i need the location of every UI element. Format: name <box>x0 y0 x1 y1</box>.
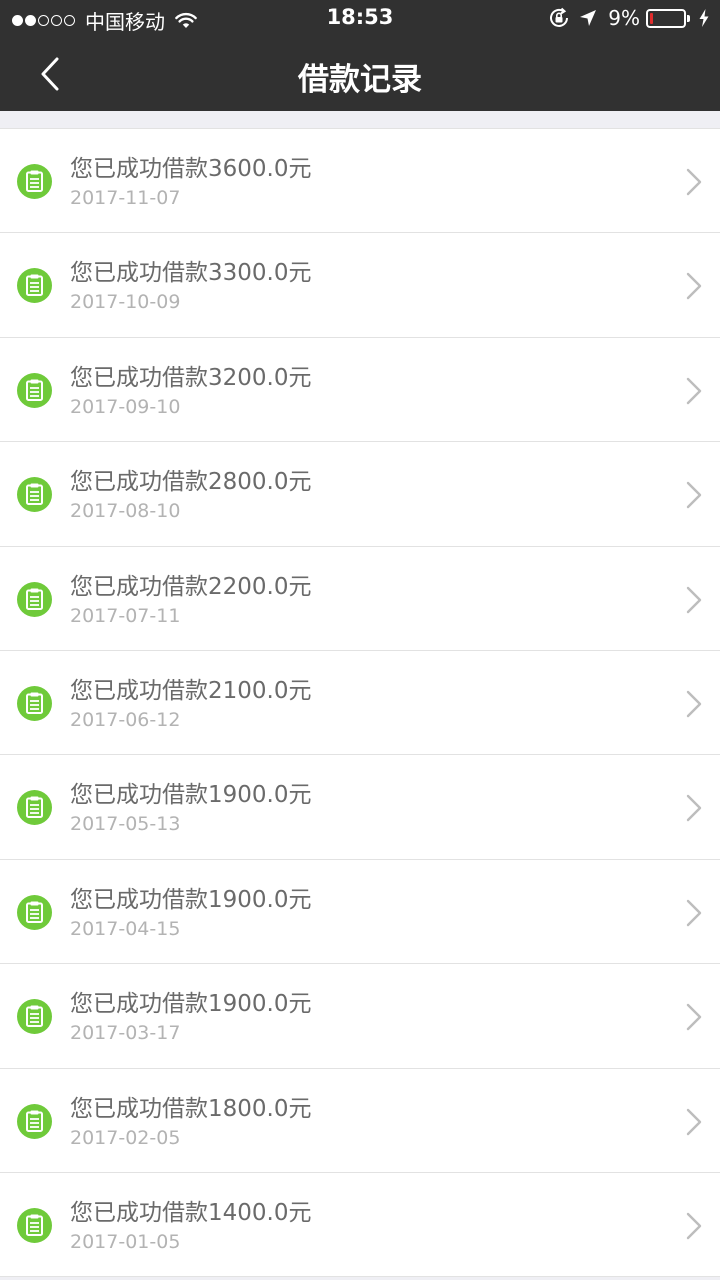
record-date: 2017-06-12 <box>70 708 181 731</box>
loan-record-row[interactable]: 您已成功借款1800.0元 2017-02-05 <box>0 1068 720 1173</box>
record-date: 2017-07-11 <box>70 604 181 627</box>
record-title: 您已成功借款2200.0元 <box>70 573 312 600</box>
loan-record-row[interactable]: 您已成功借款2200.0元 2017-07-11 <box>0 546 720 651</box>
clipboard-icon <box>17 268 52 304</box>
clipboard-icon <box>17 790 52 826</box>
record-date: 2017-04-15 <box>70 917 181 940</box>
clipboard-icon <box>17 999 52 1035</box>
location-arrow-icon <box>580 10 597 26</box>
record-title: 您已成功借款1900.0元 <box>70 991 312 1018</box>
chevron-right-icon <box>686 795 702 822</box>
chevron-right-icon <box>686 481 702 509</box>
clipboard-icon <box>17 1103 52 1139</box>
clipboard-icon <box>17 685 52 721</box>
battery-cap <box>687 14 690 22</box>
record-title: 您已成功借款1900.0元 <box>70 782 312 809</box>
record-date: 2017-08-10 <box>70 500 181 523</box>
chevron-right-icon <box>686 1108 702 1135</box>
top-bar: 中国移动 18:53 9% 借款记录 <box>0 0 720 111</box>
loan-record-row[interactable]: 您已成功借款2100.0元 2017-06-12 <box>0 650 720 756</box>
loan-record-row[interactable]: 您已成功借款1900.0元 2017-03-17 <box>0 964 720 1069</box>
battery-icon <box>646 8 686 28</box>
clipboard-icon <box>17 894 52 930</box>
clipboard-icon <box>17 477 52 513</box>
loan-record-row[interactable]: 您已成功借款3300.0元 2017-10-09 <box>0 233 720 338</box>
clipboard-icon <box>17 1207 52 1243</box>
chevron-right-icon <box>686 377 702 404</box>
record-date: 2017-05-13 <box>70 813 181 836</box>
loan-record-row[interactable]: 您已成功借款1900.0元 2017-05-13 <box>0 755 720 860</box>
battery-percent: 9% <box>608 6 640 30</box>
record-title: 您已成功借款2800.0元 <box>70 469 312 496</box>
status-right: 9% <box>540 6 710 30</box>
record-title: 您已成功借款1800.0元 <box>70 1095 312 1122</box>
record-date: 2017-09-10 <box>70 395 181 418</box>
record-date: 2017-01-05 <box>70 1230 181 1253</box>
chevron-right-icon <box>686 1003 702 1031</box>
record-title: 您已成功借款3300.0元 <box>70 260 312 287</box>
record-date: 2017-03-17 <box>70 1022 181 1045</box>
record-title: 您已成功借款2100.0元 <box>70 677 312 704</box>
loan-record-list: 您已成功借款3600.0元 2017-11-07 您已成功借款3300.0元 2… <box>0 128 720 1278</box>
clipboard-icon <box>17 581 52 617</box>
loan-record-row[interactable]: 您已成功借款1900.0元 2017-04-15 <box>0 859 720 965</box>
record-title: 您已成功借款1400.0元 <box>70 1199 312 1226</box>
clipboard-icon <box>17 164 52 199</box>
clipboard-icon <box>17 372 52 408</box>
loan-record-row[interactable]: 您已成功借款2800.0元 2017-08-10 <box>0 442 720 547</box>
chevron-right-icon <box>686 690 702 718</box>
loan-record-row[interactable]: 您已成功借款3200.0元 2017-09-10 <box>0 337 720 443</box>
record-date: 2017-10-09 <box>70 291 181 314</box>
status-bar: 中国移动 18:53 9% <box>0 0 720 38</box>
rotation-lock-icon <box>550 7 569 27</box>
record-title: 您已成功借款1900.0元 <box>70 886 312 913</box>
chevron-right-icon <box>686 273 702 300</box>
record-title: 您已成功借款3600.0元 <box>70 156 312 182</box>
chevron-right-icon <box>686 899 702 926</box>
chevron-right-icon <box>686 586 702 613</box>
nav-bar: 借款记录 <box>0 38 720 111</box>
loan-record-row[interactable]: 您已成功借款3600.0元 2017-11-07 <box>0 129 720 234</box>
chevron-right-icon <box>686 1212 702 1240</box>
page-title: 借款记录 <box>298 62 422 98</box>
battery-fill <box>650 12 653 24</box>
charging-bolt-icon <box>699 9 709 27</box>
record-title: 您已成功借款3200.0元 <box>70 364 312 391</box>
record-date: 2017-11-07 <box>70 187 181 209</box>
chevron-right-icon <box>686 168 702 196</box>
record-date: 2017-02-05 <box>70 1126 181 1149</box>
loan-record-row[interactable]: 您已成功借款1400.0元 2017-01-05 <box>0 1172 720 1278</box>
